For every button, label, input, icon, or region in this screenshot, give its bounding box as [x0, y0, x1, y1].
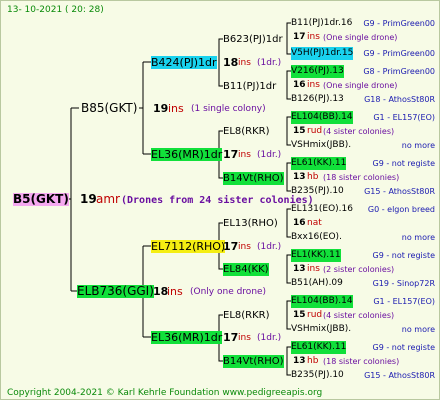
gen1-queen-0[interactable]: B85(GKT) [81, 102, 137, 115]
gen4-queen-20[interactable]: VSHmix(JBB). [291, 323, 351, 336]
gen4-suffix-4: ins [307, 80, 320, 90]
gen4-note-4: (One single drone) [323, 81, 398, 90]
gen4-queen-17[interactable]: B51(AH).09 [291, 277, 343, 290]
gen1-note-1: (Only one drone) [190, 287, 267, 297]
root-note: (Drones from 24 sister colonies) [121, 195, 314, 206]
gen4-queen-3[interactable]: V216(PJ).13 [291, 65, 344, 78]
gen4-breeder-20: no more [401, 325, 435, 334]
root-queen-name[interactable]: B5(GKT) [13, 193, 69, 206]
gen4-queen-2[interactable]: V5H(PJ)1dr.15 [291, 47, 354, 60]
gen4-year-1: 17 [293, 32, 306, 42]
gen4-suffix-10: hb [307, 172, 319, 182]
gen1-year-0: 19 [153, 102, 169, 115]
gen4-queen-9[interactable]: EL61(KK).11 [291, 157, 347, 170]
gen1-suffix-0: ins [168, 102, 184, 115]
gen3-queen-3[interactable]: B14Vt(RHO) [223, 172, 284, 185]
gen4-queen-21[interactable]: EL61(KK).11 [291, 341, 347, 354]
gen4-breeder-15: G9 - not registe [372, 251, 435, 260]
gen4-breeder-2: G9 - PrimGreen00 [363, 49, 435, 58]
gen4-queen-23[interactable]: B235(PJ).10 [291, 369, 344, 382]
gen4-note-10: (18 sister colonies) [323, 173, 400, 182]
gen3-queen-4[interactable]: EL13(RHO) [223, 217, 278, 230]
gen2-note-1: (1dr.) [257, 150, 282, 160]
gen2-note-2: (1dr.) [257, 242, 282, 252]
gen4-queen-8[interactable]: VSHmix(JBB). [291, 139, 351, 152]
gen4-suffix-13: nat [307, 218, 322, 228]
gen2-year-3: 17 [223, 331, 239, 344]
gen4-breeder-6: G1 - EL157(EO) [373, 113, 435, 122]
gen4-breeder-12: G0 - elgon breed [367, 205, 435, 214]
gen2-note-3: (1dr.) [257, 333, 282, 343]
gen3-queen-5[interactable]: EL84(KK) [223, 263, 269, 276]
gen2-suffix-2: ins [238, 242, 251, 252]
gen2-queen-3[interactable]: EL36(MR)1dr [151, 331, 223, 344]
gen4-breeder-8: no more [401, 141, 435, 150]
gen4-breeder-14: no more [401, 233, 435, 242]
gen4-year-22: 13 [293, 356, 306, 366]
pedigree-chart: 13- 10-2021 ( 20: 28) B5(GKT) 19 amr (Dr… [0, 0, 440, 400]
gen3-queen-0[interactable]: B623(PJ)1dr [223, 33, 283, 46]
gen4-breeder-5: G18 - AthosSt80R [364, 95, 435, 104]
gen4-breeder-23: G15 - AthosSt80R [364, 371, 435, 380]
gen4-suffix-1: ins [307, 32, 320, 42]
root-suffix: amr [96, 192, 120, 206]
gen4-suffix-19: rud [307, 310, 323, 320]
gen4-queen-0[interactable]: B11(PJ)1dr.16 [291, 17, 352, 30]
gen4-suffix-7: rud [307, 126, 323, 136]
gen4-year-10: 13 [293, 172, 306, 182]
gen4-queen-12[interactable]: EL131(EO).16 [291, 203, 353, 216]
gen4-breeder-21: G9 - not registe [372, 343, 435, 352]
gen4-breeder-18: G1 - EL157(EO) [373, 297, 435, 306]
gen4-suffix-22: hb [307, 356, 319, 366]
gen4-breeder-0: G9 - PrimGreen00 [363, 19, 435, 28]
gen4-year-16: 13 [293, 264, 306, 274]
report-date: 13- 10-2021 ( 20: 28) [7, 5, 104, 15]
gen4-note-19: (4 sister colonies) [323, 311, 395, 320]
gen4-year-7: 15 [293, 126, 306, 136]
gen2-suffix-1: ins [238, 150, 251, 160]
gen4-queen-15[interactable]: EL1(KK).11 [291, 249, 341, 262]
gen4-queen-14[interactable]: Bxx16(EO). [291, 231, 342, 244]
footer-copyright: Copyright 2004-2021 © Karl Kehrle Founda… [7, 388, 323, 398]
gen4-year-13: 16 [293, 218, 306, 228]
gen4-note-7: (4 sister colonies) [323, 127, 395, 136]
gen3-queen-6[interactable]: EL8(RKR) [223, 309, 270, 322]
root-year: 19 [80, 192, 97, 206]
gen2-note-0: (1dr.) [257, 58, 282, 68]
gen2-year-2: 17 [223, 240, 239, 253]
gen4-note-16: (2 sister colonies) [323, 265, 395, 274]
gen4-note-22: (18 sister colonies) [323, 357, 400, 366]
gen4-breeder-9: G9 - not registe [372, 159, 435, 168]
gen4-year-19: 15 [293, 310, 306, 320]
gen4-year-4: 16 [293, 80, 306, 90]
gen2-year-0: 18 [223, 56, 239, 69]
gen4-breeder-17: G19 - Sinop72R [372, 279, 435, 288]
gen2-queen-0[interactable]: B424(PJ)1dr [151, 56, 217, 69]
gen4-suffix-16: ins [307, 264, 320, 274]
gen3-queen-1[interactable]: B11(PJ)1dr [223, 80, 276, 93]
gen2-suffix-3: ins [238, 333, 251, 343]
gen2-queen-2[interactable]: EL7112(RHO) [151, 240, 226, 253]
gen4-queen-18[interactable]: EL104(BB).14 [291, 295, 353, 308]
gen4-queen-6[interactable]: EL104(BB).14 [291, 111, 353, 124]
gen1-note-0: (1 single colony) [191, 104, 266, 114]
gen3-queen-7[interactable]: B14Vt(RHO) [223, 355, 284, 368]
gen2-year-1: 17 [223, 148, 239, 161]
gen2-queen-1[interactable]: EL36(MR)1dr [151, 148, 223, 161]
gen4-queen-5[interactable]: B126(PJ).13 [291, 93, 344, 106]
gen1-suffix-1: ins [167, 285, 183, 298]
gen4-breeder-11: G15 - AthosSt80R [364, 187, 435, 196]
gen2-suffix-0: ins [238, 58, 251, 68]
gen3-queen-2[interactable]: EL8(RKR) [223, 125, 270, 138]
gen4-note-1: (One single drone) [323, 33, 398, 42]
gen4-queen-11[interactable]: B235(PJ).10 [291, 185, 344, 198]
gen1-queen-1[interactable]: ELB736(GGI) [77, 285, 154, 298]
gen4-breeder-3: G8 - PrimGreen00 [363, 67, 435, 76]
